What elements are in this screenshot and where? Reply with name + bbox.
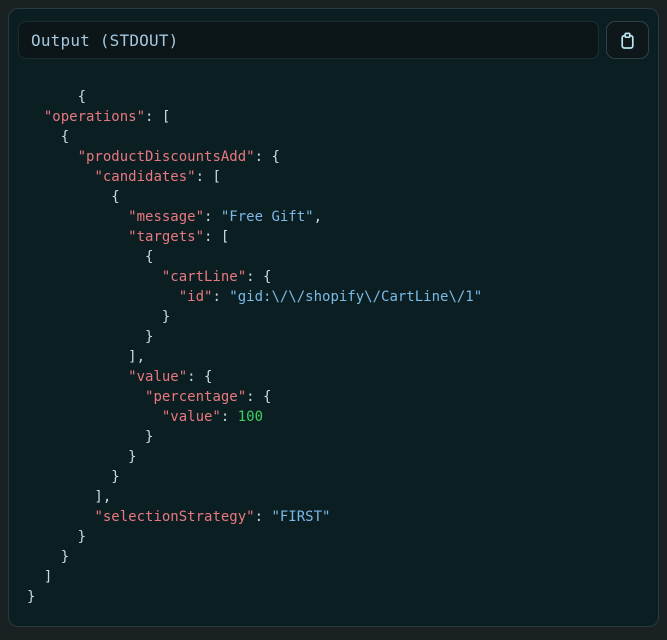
code-line: "message": "Free Gift",	[128, 209, 323, 225]
code-line: ]	[27, 569, 53, 585]
code-line: "operations": [	[43, 109, 171, 125]
code-line: }	[27, 549, 70, 565]
code-line: }	[27, 449, 137, 465]
code-line: }	[27, 469, 120, 485]
output-panel: Output (STDOUT) { "operations": [ { "pro…	[8, 8, 659, 627]
code-line: "cartLine": {	[161, 269, 272, 285]
code-line: }	[27, 309, 171, 325]
code-line: "targets": [	[128, 229, 230, 245]
code-line: }	[27, 529, 87, 545]
code-line: {	[27, 89, 87, 105]
code-line: "percentage": {	[145, 389, 272, 405]
code-line: "id": "gid:\/\/shopify\/CartLine\/1"	[178, 289, 483, 305]
code-line: }	[27, 589, 36, 605]
code-line: ],	[27, 489, 112, 505]
output-header: Output (STDOUT)	[9, 9, 658, 59]
output-title-box: Output (STDOUT)	[18, 21, 599, 59]
code-line: {	[27, 249, 154, 265]
copy-button[interactable]	[606, 21, 649, 59]
code-line: "candidates": [	[94, 169, 221, 185]
output-title: Output (STDOUT)	[31, 30, 179, 50]
clipboard-icon	[617, 30, 638, 51]
code-line: {	[27, 129, 70, 145]
stdout-code: { "operations": [ { "productDiscountsAdd…	[9, 59, 658, 627]
code-line: "value": 100	[161, 409, 264, 425]
code-line: }	[27, 429, 154, 445]
code-line: "value": {	[128, 369, 213, 385]
code-line: }	[27, 329, 154, 345]
code-line: "productDiscountsAdd": {	[77, 149, 280, 165]
code-line: "selectionStrategy": "FIRST"	[94, 509, 331, 525]
code-line: {	[27, 189, 120, 205]
code-line: ],	[27, 349, 146, 365]
